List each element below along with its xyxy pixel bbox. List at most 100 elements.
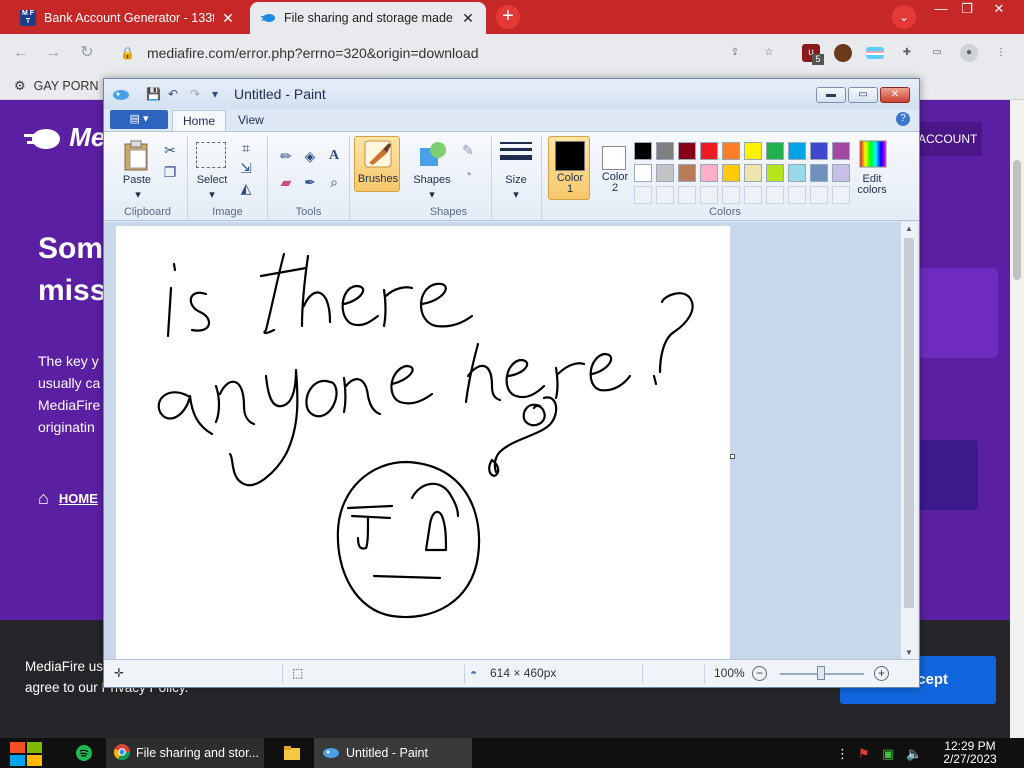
share-icon[interactable]: ⇪ [726, 44, 744, 62]
select-button[interactable]: Select [192, 174, 232, 186]
paste-icon[interactable] [122, 140, 152, 172]
zoom-slider-knob[interactable] [817, 666, 825, 680]
tab-search-chevron-down-icon[interactable]: ⌄ [892, 5, 916, 29]
pencil-icon[interactable]: ✏ [276, 146, 296, 166]
palette-custom-slot[interactable] [744, 186, 762, 204]
redo-icon[interactable]: ↷ [190, 87, 200, 101]
close-window-icon[interactable]: ✕ [984, 1, 1014, 17]
scroll-up-icon[interactable]: ▲ [901, 224, 917, 233]
reload-icon[interactable]: ↻ [76, 42, 98, 64]
palette-custom-slot[interactable] [634, 186, 652, 204]
paint-minimize-button[interactable]: ▬ [816, 87, 846, 103]
drawing-canvas[interactable] [116, 226, 730, 659]
help-icon[interactable]: ? [896, 112, 910, 126]
bookmark-star-icon[interactable]: ☆ [760, 44, 778, 62]
palette-swatch[interactable] [788, 142, 806, 160]
forward-arrow-icon[interactable]: → [42, 42, 64, 64]
back-arrow-icon[interactable]: ← [10, 42, 32, 64]
palette-custom-slot[interactable] [656, 186, 674, 204]
close-icon[interactable]: ✕ [220, 10, 236, 27]
close-icon[interactable]: ✕ [460, 10, 476, 27]
shapes-icon[interactable] [416, 140, 448, 172]
palette-swatch[interactable] [744, 164, 762, 182]
zoom-in-icon[interactable]: + [874, 666, 889, 681]
palette-custom-slot[interactable] [788, 186, 806, 204]
edit-colors-button[interactable]: Edit colors [852, 174, 892, 196]
paste-chevron-down-icon[interactable]: ▾ [128, 188, 148, 201]
palette-swatch[interactable] [766, 142, 784, 160]
address-bar[interactable]: 🔒 mediafire.com/error.php?errno=320&orig… [108, 39, 788, 67]
select-icon[interactable] [196, 142, 226, 168]
size-button[interactable]: Size [496, 174, 536, 186]
canvas-resize-handle[interactable] [730, 454, 735, 459]
customize-toolbar-chevron-down-icon[interactable]: ▾ [212, 87, 218, 101]
fill-bucket-icon[interactable]: ◈ [300, 146, 320, 166]
palette-swatch[interactable] [656, 142, 674, 160]
palette-swatch[interactable] [656, 164, 674, 182]
taskbar-spotify-icon[interactable] [68, 738, 98, 768]
palette-swatch[interactable] [832, 142, 850, 160]
palette-swatch[interactable] [700, 164, 718, 182]
scroll-down-icon[interactable]: ▼ [901, 648, 917, 657]
bookmark-item[interactable]: ⚙ GAY PORN [14, 78, 99, 94]
palette-custom-slot[interactable] [832, 186, 850, 204]
flag-tray-icon[interactable]: ⚑ [858, 746, 870, 762]
select-chevron-down-icon[interactable]: ▾ [202, 188, 222, 201]
magnifier-icon[interactable]: ⌕ [324, 172, 344, 192]
palette-swatch[interactable] [810, 164, 828, 182]
brushes-button[interactable]: Brushes [354, 136, 400, 192]
paint-maximize-button[interactable]: ▭ [848, 87, 878, 103]
palette-swatch[interactable] [766, 164, 784, 182]
palette-custom-slot[interactable] [766, 186, 784, 204]
tab-view[interactable]: View [228, 110, 274, 131]
restore-icon[interactable]: ❐ [952, 1, 982, 17]
palette-custom-slot[interactable] [810, 186, 828, 204]
palette-swatch[interactable] [678, 164, 696, 182]
shapes-button[interactable]: Shapes [408, 174, 456, 186]
profile-avatar-icon[interactable]: ● [960, 44, 978, 62]
tab-home[interactable]: Home [172, 110, 227, 131]
palette-swatch[interactable] [700, 142, 718, 160]
palette-custom-slot[interactable] [700, 186, 718, 204]
tray-overflow-icon[interactable]: ⋮ [836, 746, 849, 762]
network-tray-icon[interactable]: ▣ [882, 746, 894, 762]
size-chevron-down-icon[interactable]: ▾ [506, 188, 526, 201]
palette-swatch[interactable] [634, 142, 652, 160]
text-icon[interactable]: A [324, 146, 344, 166]
taskbar-paint-item[interactable]: Untitled - Paint [314, 738, 472, 768]
crop-icon[interactable]: ⌗ [236, 138, 256, 158]
shapes-chevron-down-icon[interactable]: ▾ [422, 188, 442, 201]
mediafire-logo[interactable]: Me [24, 122, 105, 153]
palette-swatch[interactable] [634, 164, 652, 182]
scrollbar-thumb[interactable] [904, 238, 914, 608]
volume-tray-icon[interactable]: 🔈 [906, 746, 922, 762]
edit-colors-icon[interactable] [858, 140, 888, 170]
page-scrollbar[interactable] [1010, 100, 1024, 738]
palette-swatch[interactable] [722, 142, 740, 160]
paste-button[interactable]: Paste [118, 174, 156, 186]
avatar-extension-icon[interactable] [834, 44, 852, 62]
save-icon[interactable]: 💾 [146, 87, 161, 101]
zoom-out-icon[interactable]: − [752, 666, 767, 681]
side-panel-icon[interactable]: ▭ [928, 44, 946, 62]
palette-swatch[interactable] [678, 142, 696, 160]
undo-icon[interactable]: ↶ [168, 87, 178, 101]
system-clock[interactable]: 12:29 PM 2/27/2023 [930, 740, 1010, 766]
color-picker-icon[interactable]: ✒ [300, 172, 320, 192]
line-size-icon[interactable] [500, 142, 532, 170]
palette-custom-slot[interactable] [722, 186, 740, 204]
home-link[interactable]: HOME [59, 491, 98, 506]
outline-icon[interactable]: ✎ [458, 140, 478, 160]
new-tab-button[interactable]: + [496, 5, 520, 29]
paint-menu-button[interactable]: ▤ ▾ [110, 110, 168, 129]
canvas-vertical-scrollbar[interactable]: ▲ ▼ [901, 222, 917, 659]
palette-swatch[interactable] [788, 164, 806, 182]
cut-icon[interactable]: ✂ [160, 140, 180, 160]
fill-icon[interactable]: ◔ [458, 164, 478, 184]
palette-swatch[interactable] [810, 142, 828, 160]
tab-bank-account-generator[interactable]: M FT Bank Account Generator - 133t ✕ [10, 2, 246, 34]
paint-close-button[interactable]: ✕ [880, 87, 910, 103]
color1-button[interactable]: Color 1 [548, 136, 590, 200]
taskbar-file-explorer-icon[interactable] [276, 738, 306, 768]
palette-swatch[interactable] [722, 164, 740, 182]
